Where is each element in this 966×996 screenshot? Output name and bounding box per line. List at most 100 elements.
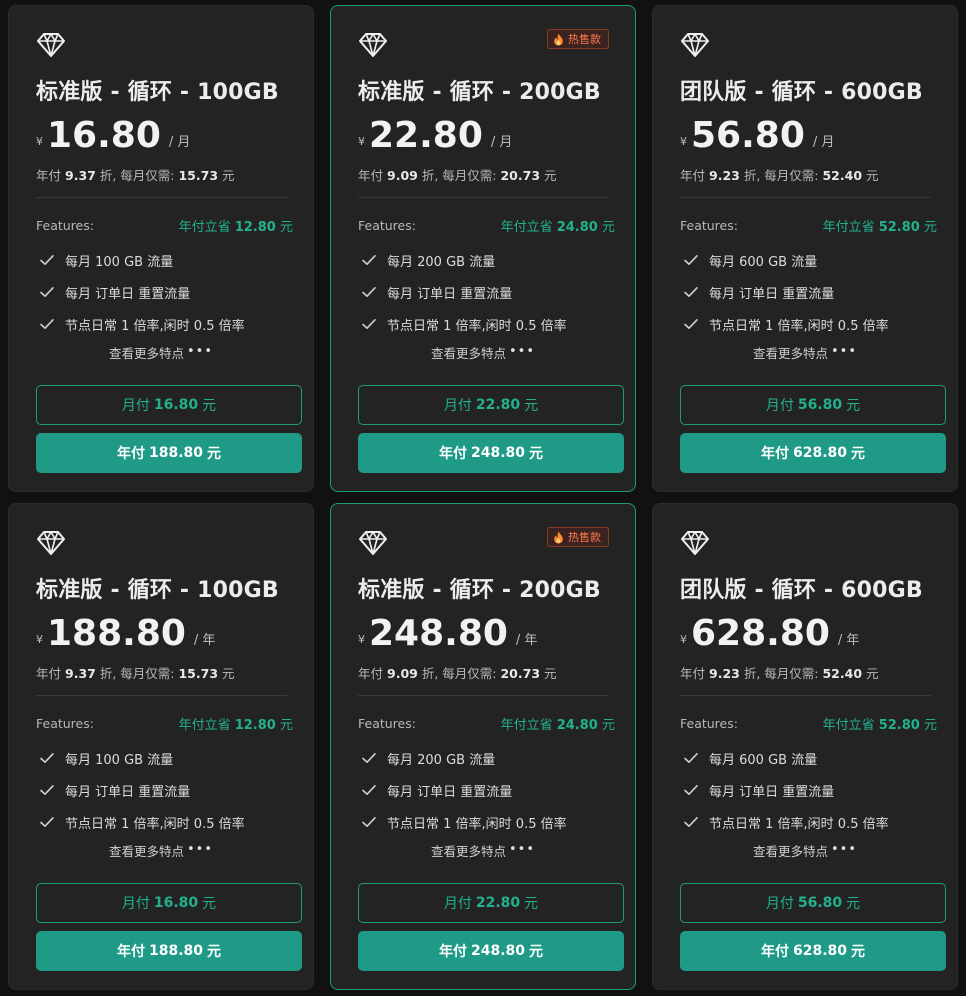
yearly-button-prefix[interactable]: 年付 [117,941,145,961]
yearly-button-amount[interactable]: 628.80 [793,445,847,461]
yearly-button-unit[interactable]: 元 [851,941,865,961]
feature-list: 每月 100 GB 流量 每月 订单日 重置流量 节点日常 1 倍率,闲时 0.5 … [40,244,245,340]
feature-item: 节点日常 1 倍率,闲时 0.5 倍率 [40,308,245,340]
yearly-pay-button[interactable]: 年付 628.80 元 [680,433,946,473]
monthly-button-unit[interactable]: 元 [524,395,538,415]
yearly-savings: 年付立省 24.80 元 [501,714,615,733]
features-label: Features: [358,218,416,233]
yearly-pay-button[interactable]: 年付 628.80 元 [680,931,946,971]
more-features-link[interactable]: 查看更多特点 ••• [653,343,957,362]
monthly-pay-button[interactable]: 月付 22.80 元 [358,883,624,923]
monthly-equivalent: 52.40 [822,666,863,681]
yearly-button-amount[interactable]: 188.80 [149,445,203,461]
monthly-button-prefix[interactable]: 月付 [766,395,794,415]
monthly-button-amount[interactable]: 22.80 [476,397,520,413]
more-features-label[interactable]: 查看更多特点 [753,844,828,859]
discount-value: 9.37 [65,168,96,183]
currency-symbol: ¥ [36,135,43,148]
monthly-pay-button[interactable]: 月付 16.80 元 [36,883,302,923]
feature-item: 每月 100 GB 流量 [40,244,245,276]
savings-unit: 元 [923,718,937,733]
yearly-button-unit[interactable]: 元 [851,443,865,463]
savings-prefix: 年付立省 [500,220,553,235]
monthly-button-amount[interactable]: 56.80 [798,397,842,413]
more-features-link[interactable]: 查看更多特点 ••• [9,343,313,362]
monthly-pay-button[interactable]: 月付 56.80 元 [680,883,946,923]
monthly-button-amount[interactable]: 16.80 [154,895,198,911]
more-dots-icon[interactable]: ••• [509,842,535,857]
more-features-label[interactable]: 查看更多特点 [431,844,506,859]
pricing-grid: 标准版 - 循环 - 100GB ¥ 16.80 / 月 年付 9.37 折, … [0,0,966,996]
more-dots-icon[interactable]: ••• [187,842,213,857]
yearly-button-prefix[interactable]: 年付 [439,941,467,961]
yearly-savings: 年付立省 12.80 元 [179,216,293,235]
yearly-button-unit[interactable]: 元 [207,941,221,961]
monthly-pay-button[interactable]: 月付 16.80 元 [36,385,302,425]
yearly-button-prefix[interactable]: 年付 [761,443,789,463]
feature-list: 每月 100 GB 流量 每月 订单日 重置流量 节点日常 1 倍率,闲时 0.5 … [40,742,245,838]
monthly-button-amount[interactable]: 22.80 [476,895,520,911]
feature-list: 每月 200 GB 流量每月 订单日 重置流量节点日常 1 倍率,闲时 0.5 … [362,742,567,838]
more-features-link[interactable]: 查看更多特点 ••• [331,841,635,860]
yearly-pay-button[interactable]: 年付 248.80 元 [358,433,624,473]
monthly-pay-button[interactable]: 月付 56.80 元 [680,385,946,425]
yearly-button-unit[interactable]: 元 [529,941,543,961]
note-unit: 元 [866,168,879,183]
more-features-link[interactable]: 查看更多特点 ••• [653,841,957,860]
note-unit: 元 [222,168,235,183]
price: ¥ 16.80 / 月 [36,110,190,156]
feature-text: 每月 订单日 重置流量 [387,784,513,800]
yearly-button-amount[interactable]: 248.80 [471,943,525,959]
discount-value: 9.37 [65,666,96,681]
monthly-button-amount[interactable]: 56.80 [798,895,842,911]
note-mid: 折, 每月仅需: [99,666,175,681]
yearly-button-amount[interactable]: 188.80 [149,943,203,959]
monthly-button-unit[interactable]: 元 [846,395,860,415]
note-unit: 元 [544,168,557,183]
note-mid: 折, 每月仅需: [743,666,819,681]
plan-card: 热售款 标准版 - 循环 - 200GB ¥ 22.80 / 月 年付 9.09… [330,5,636,492]
yearly-button-amount[interactable]: 628.80 [793,943,847,959]
feature-item: 节点日常 1 倍率,闲时 0.5 倍率 [362,308,567,340]
yearly-button-prefix[interactable]: 年付 [439,443,467,463]
more-features-label[interactable]: 查看更多特点 [109,346,184,361]
yearly-button-prefix[interactable]: 年付 [761,941,789,961]
monthly-button-prefix[interactable]: 月付 [444,893,472,913]
monthly-pay-button[interactable]: 月付 22.80 元 [358,385,624,425]
yearly-pay-button[interactable]: 年付 248.80 元 [358,931,624,971]
savings-amount: 24.80 [556,220,598,235]
yearly-button-unit[interactable]: 元 [529,443,543,463]
yearly-button-amount[interactable]: 248.80 [471,445,525,461]
monthly-button-prefix[interactable]: 月付 [444,395,472,415]
more-features-label[interactable]: 查看更多特点 [431,346,506,361]
monthly-button-unit[interactable]: 元 [846,893,860,913]
yearly-button-prefix[interactable]: 年付 [117,443,145,463]
monthly-button-prefix[interactable]: 月付 [766,893,794,913]
feature-list: 每月 600 GB 流量 每月 订单日 重置流量 节点日常 1 倍率,闲时 0.5 … [684,244,889,340]
monthly-button-unit[interactable]: 元 [524,893,538,913]
feature-item: 每月 200 GB 流量 [362,742,567,774]
more-features-link[interactable]: 查看更多特点 ••• [9,841,313,860]
yearly-pay-button[interactable]: 年付 188.80 元 [36,931,302,971]
hot-badge-label: 热售款 [568,33,601,46]
note-unit: 元 [222,666,235,681]
monthly-button-prefix[interactable]: 月付 [122,893,150,913]
more-dots-icon[interactable]: ••• [509,344,535,359]
monthly-button-unit[interactable]: 元 [202,395,216,415]
monthly-button-unit[interactable]: 元 [202,893,216,913]
more-features-label[interactable]: 查看更多特点 [109,844,184,859]
check-icon [684,753,698,763]
more-features-label[interactable]: 查看更多特点 [753,346,828,361]
yearly-pay-button[interactable]: 年付 188.80 元 [36,433,302,473]
feature-text: 节点日常 1 倍率,闲时 0.5 倍率 [387,816,567,832]
savings-prefix: 年付立省 [822,220,875,235]
monthly-button-prefix[interactable]: 月付 [122,395,150,415]
yearly-discount-note: 年付 9.23 折, 每月仅需: 52.40 元 [680,663,879,682]
monthly-button-amount[interactable]: 16.80 [154,397,198,413]
monthly-equivalent: 52.40 [822,168,863,183]
yearly-button-unit[interactable]: 元 [207,443,221,463]
more-features-link[interactable]: 查看更多特点 ••• [331,343,635,362]
more-dots-icon[interactable]: ••• [187,344,213,359]
more-dots-icon[interactable]: ••• [831,344,857,359]
more-dots-icon[interactable]: ••• [831,842,857,857]
